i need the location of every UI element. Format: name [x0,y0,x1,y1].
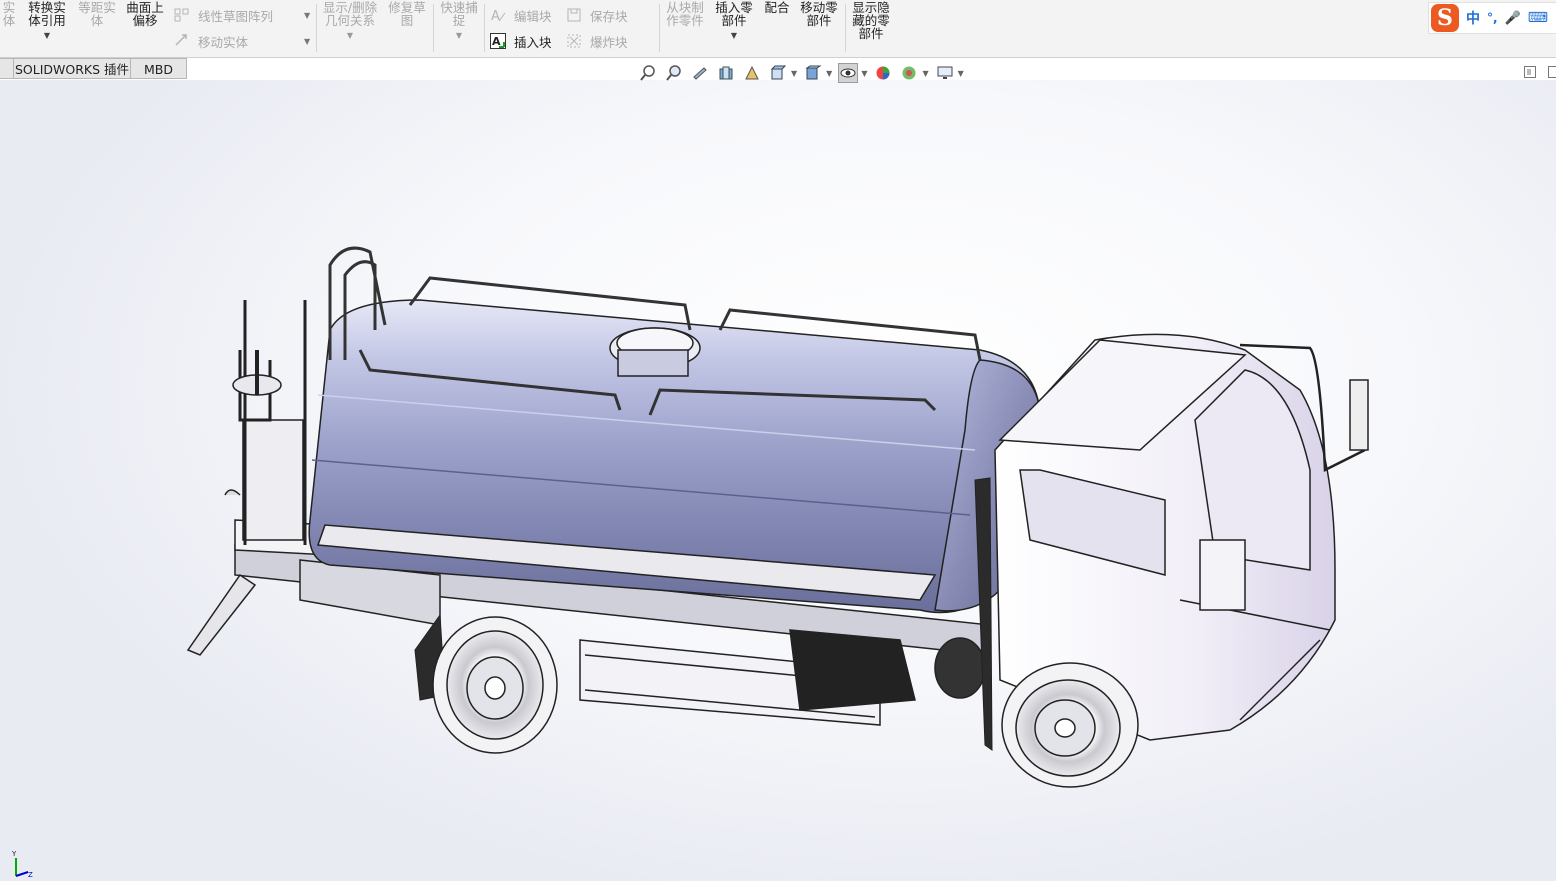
edit-appearance-icon[interactable] [873,63,893,83]
convert-entities-button[interactable]: 转换实 体引用 ▼ [24,1,70,42]
view-orientation-icon[interactable] [768,63,788,83]
restore-window-icon[interactable] [1524,66,1536,81]
front-wheel [1001,662,1139,788]
save-block-icon [567,8,581,22]
dynamic-annotation-views-icon[interactable] [742,63,762,83]
chevron-down-icon[interactable]: ▼ [24,29,70,42]
triad-y-label: Y [11,850,17,858]
mate-button[interactable]: 配合 [760,1,794,14]
move-entities-icon [175,34,187,46]
linear-sketch-pattern-button[interactable]: 线性草图阵列 ▼ [174,5,312,25]
chevron-down-icon[interactable]: ▼ [861,69,867,78]
chevron-down-icon[interactable]: ▼ [711,29,757,42]
microphone-icon[interactable]: 🎤 [1505,11,1521,26]
insert-block-button[interactable]: A 插入块 [490,31,552,51]
make-part-from-block-button[interactable]: 从块制 作零件 [662,1,708,27]
ribbon-separator [316,4,317,52]
svg-text:A: A [491,9,500,23]
display-style-icon[interactable] [803,63,823,83]
graphics-area[interactable] [0,80,1556,881]
zoom-to-area-icon[interactable] [664,63,684,83]
ribbon-separator [433,4,434,52]
water-tank [308,299,1042,614]
tab-hidden-left[interactable] [0,58,14,79]
insert-components-button[interactable]: 插入零 部件 ▼ [711,1,757,42]
coordinate-triad: Y Z [11,850,33,878]
sogou-logo-icon[interactable]: S [1431,4,1459,32]
edit-block-button[interactable]: A 编辑块 [490,5,552,25]
show-hidden-components-button[interactable]: 显示隐 藏的零 部件 [848,1,894,40]
ime-mode-toggle[interactable]: 中 [1466,8,1480,28]
explode-block-icon [567,34,581,48]
quick-snaps-button[interactable]: 快速捕 捉 ▼ [436,1,482,42]
offset-entities-button[interactable]: 等距实 体 [74,1,120,27]
keyboard-icon[interactable]: ⌨ [1528,10,1548,26]
ime-toolbar: S 中 °, 🎤 ⌨ [1428,2,1556,34]
display-delete-relations-button[interactable]: 显示/删除 几何关系 ▼ [318,1,382,42]
tab-solidworks-addins[interactable]: SOLIDWORKS 插件 [13,58,131,79]
chevron-down-icon[interactable]: ▼ [922,69,928,78]
apply-scene-icon[interactable] [899,63,919,83]
chevron-down-icon[interactable]: ▼ [304,37,310,46]
split-window-icon[interactable] [1548,66,1556,81]
heads-up-view-toolbar: ▼ ▼ ▼ ▼ ▼ [638,62,964,84]
offset-on-surface-button[interactable]: 曲面上 偏移 [122,1,168,27]
linear-pattern-icon [174,8,189,22]
zoom-to-fit-icon[interactable] [638,63,658,83]
rear-wheel [432,616,558,754]
section-view-icon[interactable] [716,63,736,83]
chevron-down-icon[interactable]: ▼ [304,11,310,20]
chevron-down-icon[interactable]: ▼ [826,69,832,78]
ribbon-separator [845,4,846,52]
insert-block-icon: A [490,33,506,49]
chevron-down-icon[interactable]: ▼ [318,29,382,42]
ime-punctuation-toggle[interactable]: °, [1487,11,1498,25]
hide-show-items-icon[interactable] [838,63,859,83]
tab-mbd[interactable]: MBD [130,58,187,79]
save-block-button[interactable]: 保存块 [566,5,628,25]
water-tanker-truck-model[interactable] [0,80,1556,881]
move-entities-button[interactable]: 移动实体 ▼ [174,31,312,51]
partial-entities-button[interactable]: 实 体 [0,1,20,27]
chevron-down-icon[interactable]: ▼ [791,69,797,78]
triad-z-label: Z [28,871,33,878]
chevron-down-icon[interactable]: ▼ [436,29,482,42]
chevron-down-icon[interactable]: ▼ [958,69,964,78]
view-settings-icon[interactable] [935,63,955,83]
repair-sketch-button[interactable]: 修复草 图 [384,1,430,27]
edit-block-icon: A [491,9,506,23]
ribbon-separator [659,4,660,52]
move-component-button[interactable]: 移动零 部件 [796,1,842,27]
explode-block-button[interactable]: 爆炸块 [566,31,628,51]
ribbon-separator [484,4,485,52]
command-manager-ribbon: 实 体 转换实 体引用 ▼ 等距实 体 曲面上 偏移 线性草图阵列 ▼ 移动实体… [0,0,1556,58]
previous-view-icon[interactable] [690,63,710,83]
